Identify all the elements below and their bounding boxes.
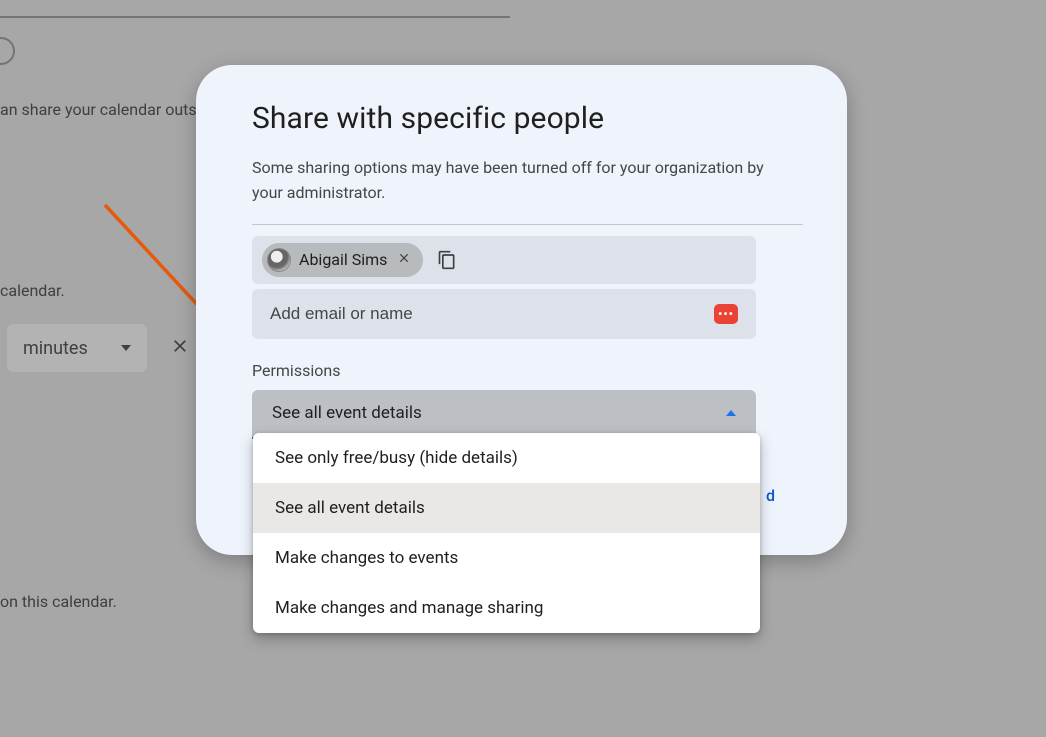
password-manager-icon[interactable]: ••• xyxy=(714,304,738,324)
person-chip[interactable]: Abigail Sims xyxy=(262,243,423,277)
permissions-label: Permissions xyxy=(252,361,803,380)
permissions-selected-value: See all event details xyxy=(272,403,422,423)
option-manage-sharing[interactable]: Make changes and manage sharing xyxy=(253,583,760,633)
send-button-partial[interactable]: d xyxy=(766,486,775,505)
option-all-details[interactable]: See all event details xyxy=(253,483,760,533)
chip-label: Abigail Sims xyxy=(299,250,387,269)
remove-row-button[interactable] xyxy=(170,336,190,362)
avatar xyxy=(267,248,291,272)
add-person-input-row: ••• xyxy=(252,289,756,339)
remove-chip-button[interactable] xyxy=(395,250,413,269)
add-person-input[interactable] xyxy=(270,304,714,324)
permissions-dropdown: See only free/busy (hide details) See al… xyxy=(253,433,760,633)
divider-line xyxy=(0,16,510,18)
bg-text-calendar: calendar. xyxy=(0,281,65,300)
divider xyxy=(252,224,803,225)
copy-icon[interactable] xyxy=(437,250,457,270)
permissions-select[interactable]: See all event details xyxy=(252,390,756,439)
dialog-title: Share with specific people xyxy=(252,101,803,136)
option-make-changes[interactable]: Make changes to events xyxy=(253,533,760,583)
minutes-label: minutes xyxy=(23,338,88,359)
people-chip-row: Abigail Sims xyxy=(252,236,756,284)
bg-text-share-outside: an share your calendar outsi xyxy=(0,100,201,119)
minutes-select[interactable]: minutes xyxy=(7,324,147,372)
radio-outline[interactable] xyxy=(0,37,15,65)
dialog-note: Some sharing options may have been turne… xyxy=(252,156,772,206)
chevron-down-icon xyxy=(121,345,131,351)
chevron-up-icon xyxy=(726,410,736,416)
bg-text-on-calendar: on this calendar. xyxy=(0,592,117,611)
option-free-busy[interactable]: See only free/busy (hide details) xyxy=(253,433,760,483)
